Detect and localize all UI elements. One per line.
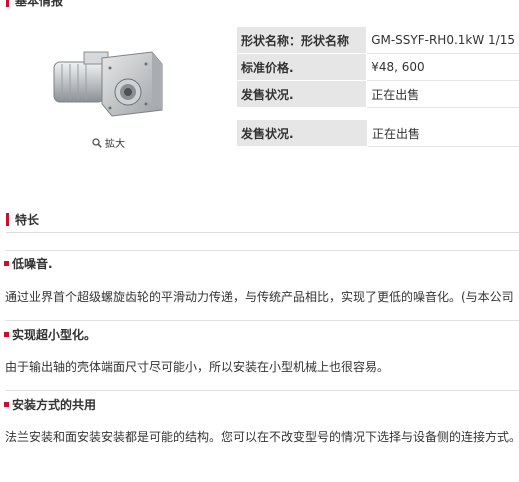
spec-value: 正在出售 <box>367 120 519 147</box>
feature-title-text: 实现超小型化。 <box>12 328 97 342</box>
divider <box>5 250 519 251</box>
features-heading: 特长 <box>6 211 39 228</box>
divider <box>5 320 519 321</box>
feature-title-text: 安装方式的共用 <box>12 398 97 412</box>
heading-marker <box>6 0 9 7</box>
spec-row-model: 形状名称：形状名称 GM-SSYF-RH0.1kW 1/15 <box>237 27 519 54</box>
feature-title-text: 低噪音. <box>12 257 53 271</box>
bullet-marker <box>4 332 9 337</box>
zoom-button[interactable]: 拡大 <box>92 135 125 150</box>
spec-table-secondary: 发售状况. 正在出售 <box>237 120 519 147</box>
spec-value: 正在出售 <box>366 80 519 108</box>
features-title: 特长 <box>15 213 40 227</box>
spec-label: 形状名称：形状名称 <box>237 27 368 54</box>
basic-info-heading: 基本情报 <box>6 0 63 9</box>
spec-row-price: 标准价格. ¥48, 600 <box>237 53 519 81</box>
zoom-label: 拡大 <box>105 139 125 150</box>
spec-value: ¥48, 600 <box>366 53 519 81</box>
bullet-marker <box>4 402 9 407</box>
magnifier-icon <box>92 137 102 148</box>
spec-row-status: 发售状况. 正在出售 <box>237 120 519 147</box>
heading-marker <box>6 213 9 226</box>
spec-value: GM-SSYF-RH0.1kW 1/15 <box>366 27 519 54</box>
bullet-marker <box>4 261 9 266</box>
feature-description: 由于输出轴的壳体端面尺寸尽可能小，所以安装在小型机械上也很容易。 <box>5 360 390 374</box>
divider <box>5 390 519 391</box>
spec-label: 发售状况. <box>237 80 368 108</box>
feature-title: 低噪音. <box>4 255 53 272</box>
feature-description: 通过业界首个超级螺旋齿轮的平滑动力传递，与传统产品相比，实现了更低的噪音化。(与… <box>5 290 514 304</box>
spec-label: 标准价格. <box>237 53 368 81</box>
feature-title: 安装方式的共用 <box>4 396 96 413</box>
feature-title: 实现超小型化。 <box>4 326 96 343</box>
basic-info-title: 基本情报 <box>15 0 64 8</box>
spec-label: 发售状况. <box>237 120 368 147</box>
product-image[interactable] <box>44 44 174 126</box>
divider <box>6 232 519 233</box>
spec-row-status: 发售状况. 正在出售 <box>237 80 519 108</box>
spec-table: 形状名称：形状名称 GM-SSYF-RH0.1kW 1/15 标准价格. ¥48… <box>237 27 519 108</box>
feature-description: 法兰安装和面安装安装都是可能的结构。您可以在不改变型号的情况下选择与设备侧的连接… <box>5 430 519 444</box>
